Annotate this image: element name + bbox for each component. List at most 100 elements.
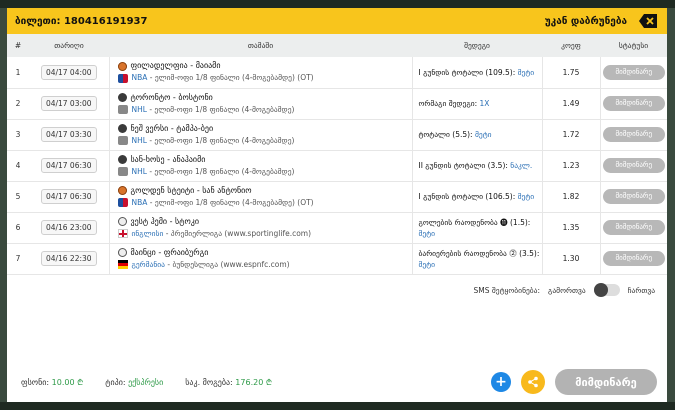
market-name: I გუნდის ტოტალი (106.5): [418, 192, 516, 201]
stake-value: 10.00 ₾ [51, 377, 84, 387]
row-market-cell: II გუნდის ტოტალი (3.5): ნაკლ. [411, 150, 542, 181]
row-market-cell: I გუნდის ტოტალი (106.5): მეტი [411, 181, 542, 212]
table-row: 2 04/17 03:00 ტორონტო - ბოსტონი NHL - ელ… [7, 88, 667, 119]
event-title[interactable]: ნეშ ვერსი - ტამპა-ბეი [131, 123, 214, 135]
row-odds: 1.82 [541, 181, 600, 212]
market-pick: მეტი [517, 67, 535, 77]
event-title[interactable]: ტორონტო - ბოსტონი [131, 92, 213, 104]
market-name: ბარიერების რაოდენობა ⓶ (3.5): [418, 248, 540, 258]
ticket-number: ბილეთი: 180416191937 [15, 15, 148, 27]
row-date: 04/17 06:30 [40, 158, 97, 173]
sms-toggle[interactable] [593, 283, 620, 297]
modal-footer: ფსონი: 10.00 ₾ ტიპი: ექსპრესი საკ. მოგებ… [7, 362, 667, 402]
back-button[interactable]: უკან დაბრუნება [545, 16, 627, 27]
col-result: შედეგი [464, 41, 490, 50]
add-button[interactable]: + [491, 372, 511, 392]
table-row: 7 04/16 22:30 მაინცი - ფრაიბურგი გერმანი… [7, 243, 667, 274]
row-number: 4 [15, 161, 21, 170]
event-title[interactable]: ვესტ ჰემი - სტოკი [131, 216, 199, 228]
row-status-cell: მიმდინარე [599, 150, 667, 181]
type-value: ექსპრესი [128, 377, 164, 387]
row-odds: 1.30 [541, 243, 600, 274]
row-date: 04/17 04:00 [40, 64, 97, 80]
row-date: 04/17 03:00 [40, 96, 97, 111]
modal-header: ბილეთი: 180416191937 უკან დაბრუნება [7, 8, 667, 34]
sms-label: SMS შეტყობინება: [473, 285, 541, 295]
row-event-cell: ნეშ ვერსი - ტამპა-ბეი NHL - ელიმ-ოფი 1/8… [108, 119, 412, 150]
england-flag-icon [117, 229, 128, 238]
germany-flag-icon [117, 260, 128, 269]
table-header: # თარიღი თამაში შედეგი კოეფ სტატუსი [7, 34, 667, 57]
table-row: 5 04/17 06:30 გოლდენ სტეიტი - სან ანტონი… [7, 181, 667, 212]
status-badge: მიმდინარე [602, 64, 665, 80]
market-name: II გუნდის ტოტალი (3.5): [418, 161, 508, 170]
row-date-cell: 04/16 22:30 [29, 243, 109, 274]
win-value: 176.20 ₾ [235, 377, 272, 387]
row-event-cell: ვესტ ჰემი - სტოკი ინგლისი - პრემიერლიგა … [108, 212, 412, 243]
share-icon [528, 376, 538, 388]
close-icon[interactable] [639, 14, 657, 28]
row-date-cell: 04/17 03:00 [29, 88, 109, 119]
nba-flag-icon [117, 73, 128, 83]
soccer-ball-icon [117, 248, 127, 257]
row-event-cell: გოლდენ სტეიტი - სან ანტონიო NBA - ელიმ-ო… [108, 181, 412, 212]
status-badge: მიმდინარე [602, 96, 665, 111]
header-actions: უკან დაბრუნება [545, 14, 657, 28]
table-row: 6 04/16 23:00 ვესტ ჰემი - სტოკი ინგლისი … [7, 212, 667, 243]
event-league: NHL [131, 166, 147, 176]
col-odds: კოეფ [561, 41, 581, 50]
event-title[interactable]: სან-ხოსე - ანაჰაიმი [131, 154, 206, 166]
row-status-cell: მიმდინარე [599, 243, 667, 274]
market-name: ორმაგი შედეგი: [418, 99, 478, 108]
event-subtitle: - ბუნდესლიგა (www.espnfc.com) [164, 259, 290, 269]
row-date-cell: 04/17 06:30 [29, 181, 109, 212]
row-date-cell: 04/16 23:00 [29, 212, 109, 243]
event-title[interactable]: ფილადელფია - მაიამი [131, 60, 221, 72]
market-name: I გუნდის ტოტალი (109.5): [418, 67, 516, 77]
row-market-cell: გოლების რაოდენობა ⓫ (1.5): მეტი [411, 212, 542, 243]
event-league: NBA [131, 197, 148, 207]
status-badge: მიმდინარე [602, 220, 665, 235]
soccer-ball-icon [117, 217, 127, 226]
toggle-knob [593, 283, 608, 297]
event-league: NBA [131, 73, 148, 83]
stake-label: ფსონი: [21, 377, 50, 387]
row-status-cell: მიმდინარე [599, 119, 667, 150]
row-number: 5 [15, 192, 21, 201]
row-odds: 1.75 [541, 57, 600, 88]
event-title[interactable]: მაინცი - ფრაიბურგი [131, 247, 209, 259]
nhl-flag-icon [117, 105, 128, 114]
market-pick: მეტი [517, 192, 535, 201]
row-number: 2 [15, 99, 21, 108]
status-badge: მიმდინარე [602, 158, 665, 173]
status-badge: მიმდინარე [602, 189, 665, 204]
row-event-cell: მაინცი - ფრაიბურგი გერმანია - ბუნდესლიგა… [108, 243, 412, 274]
hockey-puck-icon [117, 93, 127, 102]
row-status-cell: მიმდინარე [599, 212, 667, 243]
type-info: ტიპი: ექსპრესი [105, 378, 163, 387]
nba-flag-icon [117, 198, 128, 207]
table-row: 4 04/17 06:30 სან-ხოსე - ანაჰაიმი NHL - … [7, 150, 667, 181]
event-subtitle: - ელიმ-ოფი 1/8 ფინალი (4-მოგებამდე) [146, 166, 295, 176]
hockey-puck-icon [117, 155, 127, 164]
status-badge: მიმდინარე [602, 127, 665, 142]
event-title[interactable]: გოლდენ სტეიტი - სან ანტონიო [131, 185, 252, 197]
row-market-cell: ბარიერების რაოდენობა ⓶ (3.5): მეტი [411, 243, 542, 274]
market-pick: მეტი [418, 259, 436, 269]
market-pick: მეტი [474, 130, 492, 139]
event-subtitle: - ელიმ-ოფი 1/8 ფინალი (4-მოგებამდე) (OT) [147, 197, 314, 207]
event-league: NHL [131, 135, 147, 145]
row-event-cell: ტორონტო - ბოსტონი NHL - ელიმ-ოფი 1/8 ფინ… [108, 88, 412, 119]
col-date: თარიღი [54, 41, 84, 50]
row-odds: 1.23 [541, 150, 600, 181]
current-status-button[interactable]: მიმდინარე [555, 369, 657, 395]
row-date: 04/16 23:00 [40, 220, 97, 235]
event-league: ინგლისი [131, 228, 164, 238]
nhl-flag-icon [117, 136, 128, 145]
event-league: გერმანია [131, 259, 165, 269]
background-bottom-strip [0, 402, 675, 410]
row-date-cell: 04/17 04:00 [29, 57, 109, 88]
ticket-modal: ბილეთი: 180416191937 უკან დაბრუნება # თა… [7, 8, 667, 402]
share-button[interactable] [521, 370, 545, 394]
background-top-strip [0, 0, 675, 8]
